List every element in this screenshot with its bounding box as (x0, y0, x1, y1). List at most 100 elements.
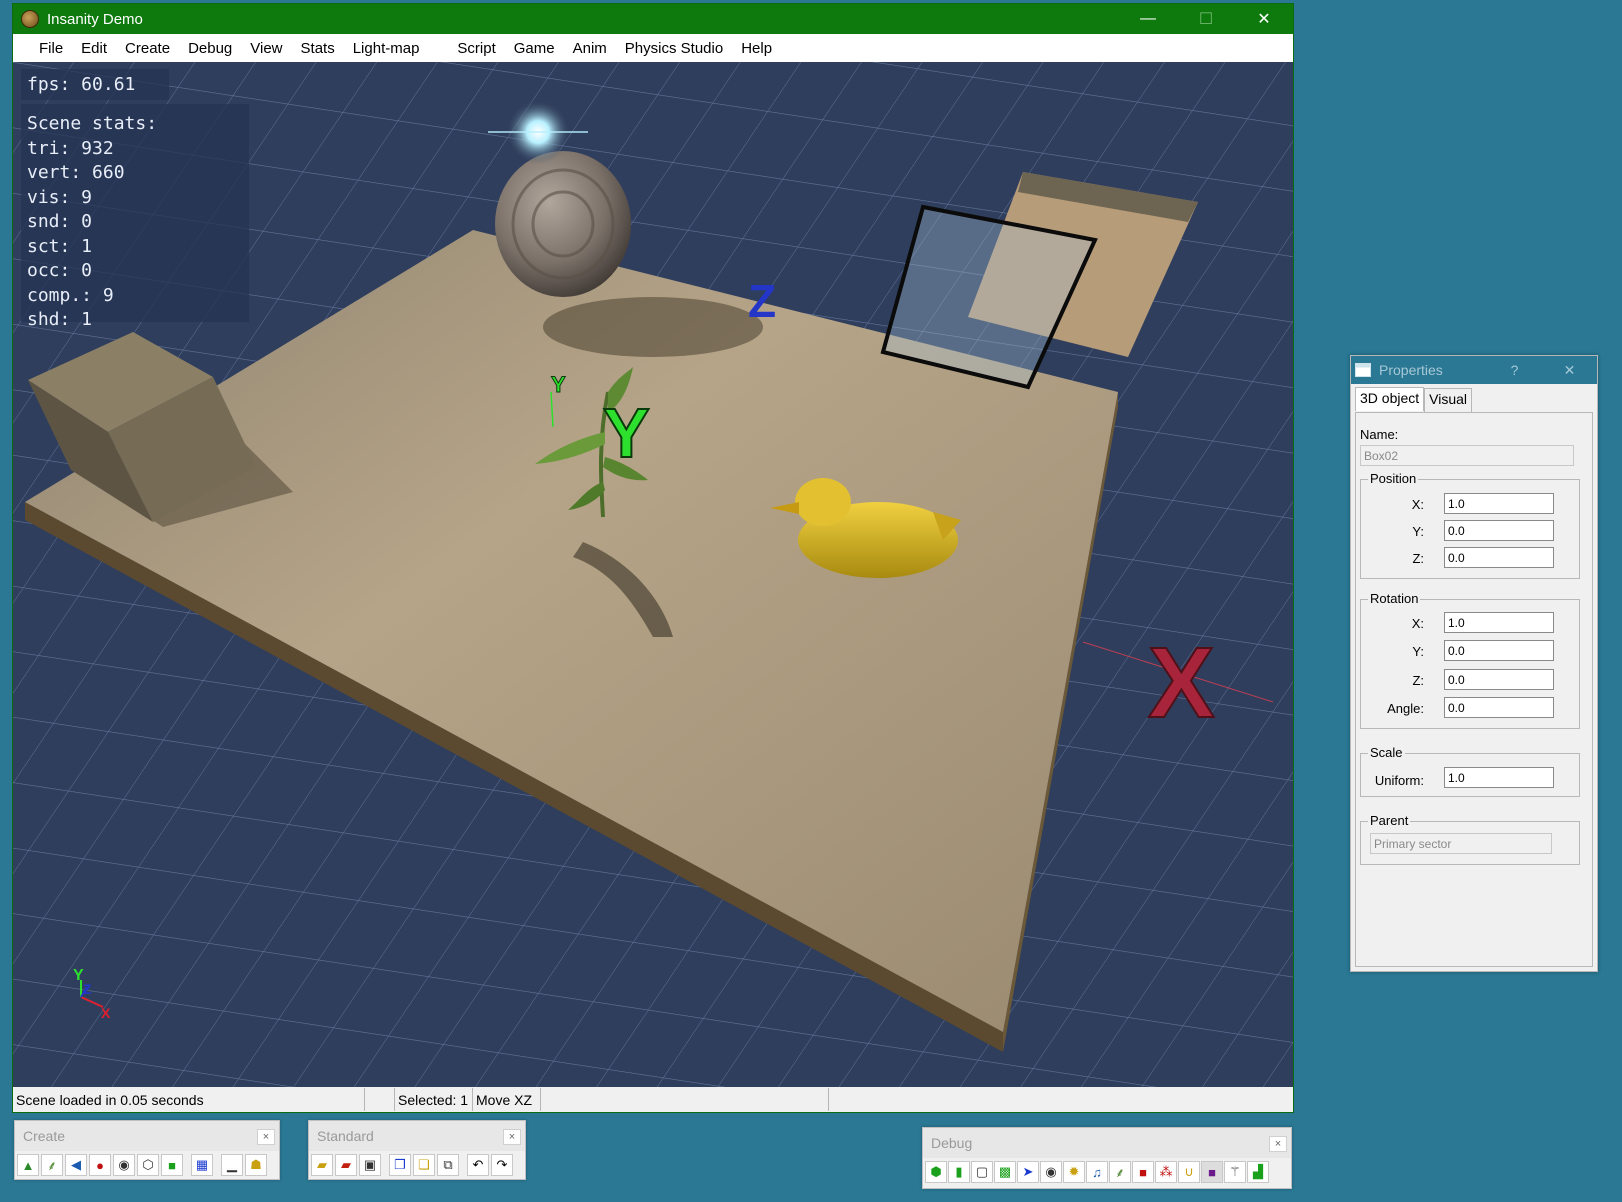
position-z-label: Z: (1412, 551, 1424, 566)
title-bar: Insanity Demo — ☐ ✕ (13, 4, 1293, 34)
standard-toolbar: Standard × ▰ ▰ ▣ ❐ ❏ ⧉ ↶ ↷ (308, 1120, 526, 1180)
menu-lightmap[interactable]: Light-map (353, 40, 420, 57)
tab-3d-object[interactable]: 3D object (1355, 387, 1425, 411)
parent-field (1370, 833, 1552, 854)
wand-icon[interactable]: ⚚ (1224, 1161, 1246, 1183)
debug-toolbar: Debug × ⬢ ▮ ▢ ▩ ➤ ◉ ✹ ♫ ⸙ ■ ⁂ ∪ ■ ⚚ ▟ (922, 1127, 1292, 1189)
duplicate-icon[interactable]: ⧉ (437, 1154, 459, 1176)
nodes-icon[interactable]: ⁂ (1155, 1161, 1177, 1183)
cube-purple-icon[interactable]: ■ (1201, 1161, 1223, 1183)
rotation-angle-field[interactable] (1444, 697, 1554, 718)
stat-tri: tri: 932 (27, 137, 114, 159)
gizmo-y-small: Y (551, 372, 566, 397)
tree-icon[interactable]: ▲ (17, 1154, 39, 1176)
box-icon[interactable]: ⬢ (925, 1161, 947, 1183)
menu-view[interactable]: View (250, 40, 282, 57)
cursor-icon[interactable]: ➤ (1017, 1161, 1039, 1183)
standard-toolbar-title: Standard (317, 1128, 374, 1144)
help-button[interactable]: ? (1487, 362, 1542, 378)
stat-shd: shd: 1 (27, 309, 93, 330)
rotation-y-field[interactable] (1444, 640, 1554, 661)
bsp-icon[interactable]: ▦ (191, 1154, 213, 1176)
stat-vis: vis: 9 (27, 186, 93, 208)
menu-help[interactable]: Help (741, 40, 772, 57)
close-button[interactable]: ✕ (1235, 4, 1293, 34)
window-icon (1355, 363, 1371, 377)
scale-title: Scale (1368, 745, 1405, 760)
menu-stats[interactable]: Stats (301, 40, 335, 57)
3d-viewport[interactable]: Y Y Z X Y Z X fps: 60.61 Scene stats: tr… (13, 62, 1293, 1087)
create-toolbar-title: Create (23, 1128, 66, 1144)
position-x-field[interactable] (1444, 493, 1554, 514)
menu-edit[interactable]: Edit (81, 40, 107, 57)
name-label: Name: (1360, 427, 1399, 442)
undo-icon[interactable]: ↶ (467, 1154, 489, 1176)
minimize-button[interactable]: — (1119, 4, 1177, 34)
save-icon[interactable]: ▣ (359, 1154, 381, 1176)
create-toolbar-title-bar: Create × (15, 1121, 279, 1151)
tab-visual[interactable]: Visual (1424, 388, 1473, 412)
debug-toolbar-close[interactable]: × (1269, 1136, 1287, 1152)
window-title: Insanity Demo (47, 10, 143, 28)
menu-bar: File Edit Create Debug View Stats Light-… (13, 34, 1293, 62)
lamp-icon[interactable]: ☗ (245, 1154, 267, 1176)
create-toolbar-buttons: ▲ ⸙ ◀ ● ◉ ⬡ ■ ▦ ▁ ☗ (15, 1151, 279, 1179)
maximize-button[interactable]: ☐ (1177, 4, 1235, 34)
copy-icon[interactable]: ❐ (389, 1154, 411, 1176)
cube-red-icon[interactable]: ■ (1132, 1161, 1154, 1183)
menu-file[interactable]: File (39, 40, 63, 57)
scene-stats: Scene stats: tri: 932 vert: 660 vis: 9 s… (21, 104, 249, 330)
menu-create[interactable]: Create (125, 40, 170, 57)
position-y-label: Y: (1412, 524, 1424, 539)
stat-vert: vert: 660 (27, 162, 125, 183)
properties-title: Properties (1379, 362, 1443, 378)
menu-game[interactable]: Game (514, 40, 555, 57)
floor-icon[interactable]: ▁ (221, 1154, 243, 1176)
axis-z-label: Z (83, 981, 92, 997)
cylinder-icon[interactable]: ▮ (948, 1161, 970, 1183)
burst-icon[interactable]: ✹ (1063, 1161, 1085, 1183)
menu-anim[interactable]: Anim (573, 40, 607, 57)
tab-page-3d-object: Name: Position X: Y: Z: Rotation X: Y: Z… (1355, 412, 1593, 967)
name-field (1360, 445, 1574, 466)
position-title: Position (1368, 471, 1419, 486)
properties-title-bar: Properties ? ✕ (1351, 356, 1597, 384)
magnet-icon[interactable]: ∪ (1178, 1161, 1200, 1183)
rotation-x-field[interactable] (1444, 612, 1554, 633)
properties-tabs: 3D object Visual (1351, 387, 1597, 412)
map-icon[interactable]: ▩ (994, 1161, 1016, 1183)
position-y-field[interactable] (1444, 520, 1554, 541)
camera-icon[interactable]: ◉ (1040, 1161, 1062, 1183)
rotation-z-field[interactable] (1444, 669, 1554, 690)
gizmo-y-big: Y (603, 394, 650, 472)
rotation-x-label: X: (1411, 616, 1424, 631)
cube-wire-icon[interactable]: ⬡ (137, 1154, 159, 1176)
fps-counter: fps: 60.61 (21, 69, 169, 100)
status-selected: Selected: 1 (395, 1088, 473, 1111)
create-toolbar: Create × ▲ ⸙ ◀ ● ◉ ⬡ ■ ▦ ▁ ☗ (14, 1120, 280, 1180)
cube-green-icon[interactable]: ■ (161, 1154, 183, 1176)
paste-icon[interactable]: ❏ (413, 1154, 435, 1176)
plant-icon[interactable]: ⸙ (1109, 1161, 1131, 1183)
create-toolbar-close[interactable]: × (257, 1129, 275, 1145)
particles-icon[interactable]: ● (89, 1154, 111, 1176)
scale-uniform-field[interactable] (1444, 767, 1554, 788)
note-icon[interactable]: ♫ (1086, 1161, 1108, 1183)
menu-script[interactable]: Script (457, 40, 495, 57)
axis-x-label: X (101, 1005, 111, 1021)
speaker-icon[interactable]: ◀ (65, 1154, 87, 1176)
redo-icon[interactable]: ↷ (491, 1154, 513, 1176)
properties-close-button[interactable]: ✕ (1542, 362, 1597, 379)
rotation-title: Rotation (1368, 591, 1421, 606)
camera-icon[interactable]: ◉ (113, 1154, 135, 1176)
standard-toolbar-close[interactable]: × (503, 1129, 521, 1145)
position-z-field[interactable] (1444, 547, 1554, 568)
menu-debug[interactable]: Debug (188, 40, 232, 57)
open-red-icon[interactable]: ▰ (335, 1154, 357, 1176)
box-outline-icon[interactable]: ▢ (971, 1161, 993, 1183)
open-icon[interactable]: ▰ (311, 1154, 333, 1176)
chart-icon[interactable]: ▟ (1247, 1161, 1269, 1183)
plant-icon[interactable]: ⸙ (41, 1154, 63, 1176)
menu-physics-studio[interactable]: Physics Studio (625, 40, 723, 57)
stats-title: Scene stats: (27, 113, 158, 134)
